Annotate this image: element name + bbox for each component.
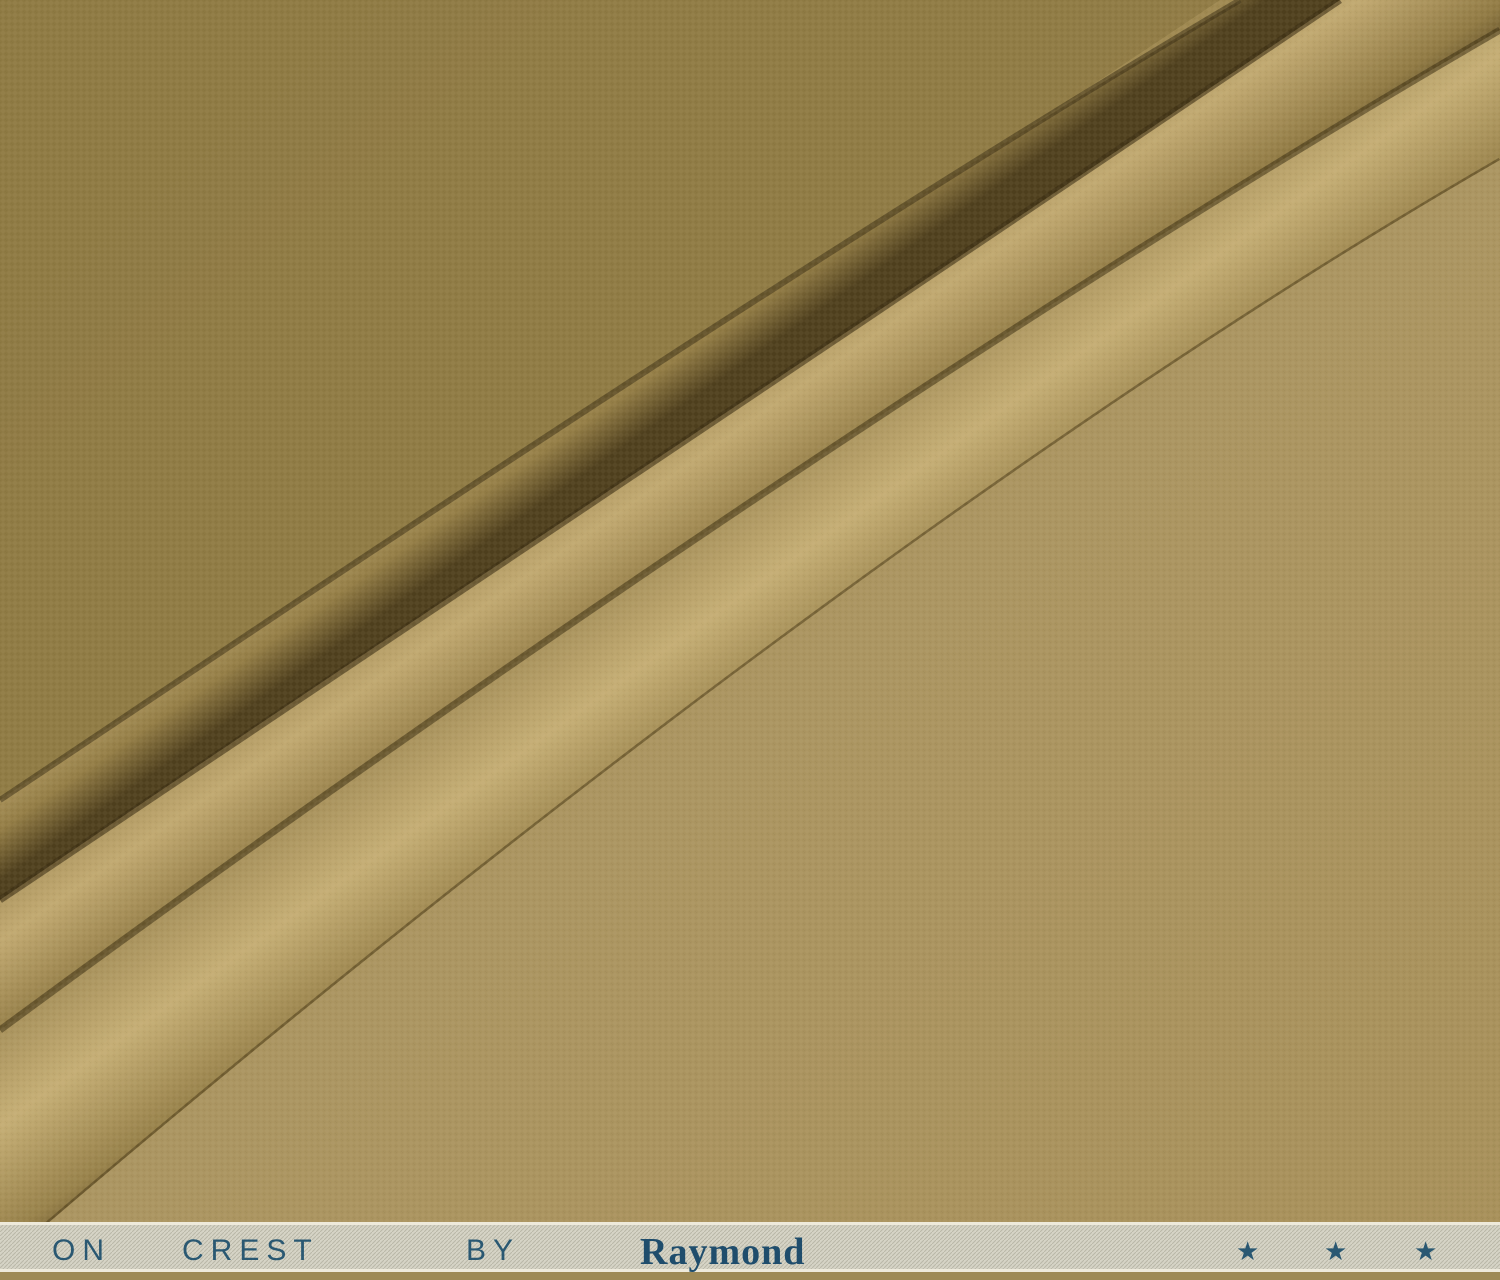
fabric-photo: ON CREST BY Raymond ★ ★ ★ [0, 0, 1500, 1280]
selvedge-text-collection: CREST [182, 1234, 319, 1267]
star-icon: ★ [1414, 1237, 1437, 1267]
fabric-illustration: ON CREST BY Raymond ★ ★ ★ [0, 0, 1500, 1280]
selvedge-band: ON CREST BY Raymond ★ ★ ★ [0, 1222, 1500, 1280]
selvedge-brand-logo: Raymond [640, 1231, 805, 1273]
star-icon: ★ [1324, 1237, 1347, 1267]
star-icon: ★ [1236, 1237, 1259, 1267]
selvedge-text-prefix: ON [52, 1234, 111, 1267]
selvedge-text-by: BY [466, 1234, 520, 1267]
